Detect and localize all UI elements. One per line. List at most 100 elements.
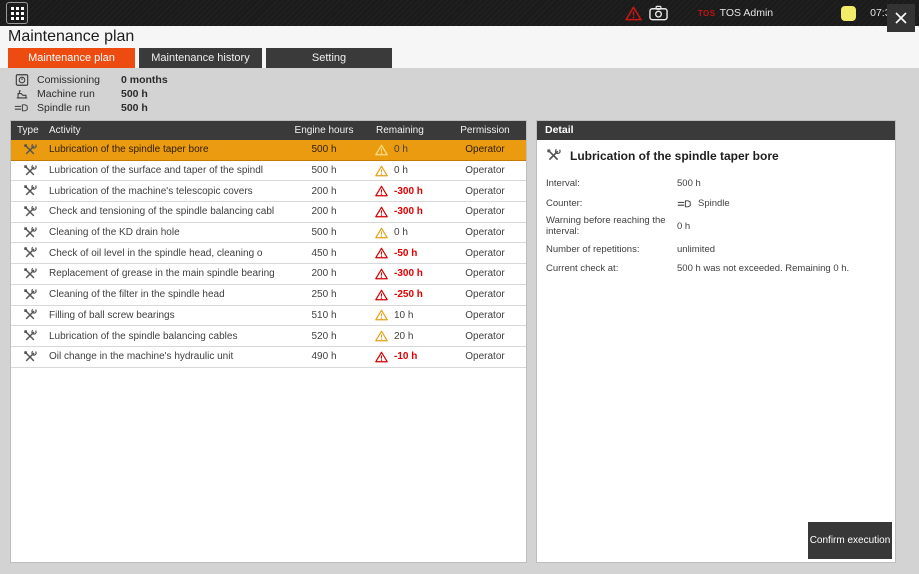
table-row[interactable]: Check of oil level in the spindle head, … (11, 243, 526, 264)
activity-cell: Check of oil level in the spindle head, … (49, 248, 289, 259)
counter-value: 0 months (121, 74, 168, 86)
maintenance-plan-screen: TOS TOS Admin 07:38:50 Maintenance plan … (0, 0, 919, 574)
activity-cell: Oil change in the machine's hydraulic un… (49, 351, 289, 362)
warning-icon (375, 165, 388, 177)
remaining-value: 0 h (394, 144, 408, 155)
permission-cell: Operator (444, 206, 526, 217)
field-interval: Interval: 500 h (546, 176, 886, 190)
remaining-cell: -10 h (359, 351, 444, 363)
tools-icon (23, 350, 37, 364)
system-topbar: TOS TOS Admin 07:38:50 (0, 0, 919, 26)
field-label: Counter: (546, 198, 677, 209)
close-icon (894, 11, 908, 25)
tools-icon (23, 329, 37, 343)
table-row[interactable]: Cleaning of the filter in the spindle he… (11, 285, 526, 306)
permission-cell: Operator (444, 289, 526, 300)
content-area: Comissioning 0 months Machine run 500 h (0, 68, 919, 574)
tools-icon (23, 143, 37, 157)
remaining-cell: 10 h (359, 309, 444, 321)
activity-cell: Cleaning of the KD drain hole (49, 227, 289, 238)
tab-maintenance-plan[interactable]: Maintenance plan (8, 48, 135, 68)
activity-cell: Filling of ball screw bearings (49, 310, 289, 321)
table-row[interactable]: Filling of ball screw bearings 510 h 10 … (11, 306, 526, 327)
close-button[interactable] (887, 4, 915, 32)
warning-icon (375, 330, 388, 342)
permission-cell: Operator (444, 268, 526, 279)
table-row[interactable]: Lubrication of the spindle taper bore 50… (11, 140, 526, 161)
remaining-value: -50 h (394, 248, 417, 259)
machine-counters: Comissioning 0 months Machine run 500 h (12, 73, 168, 115)
remaining-cell: -50 h (359, 247, 444, 259)
field-label: Number of repetitions: (546, 244, 677, 255)
apps-menu-button[interactable] (6, 2, 28, 24)
table-row[interactable]: Check and tensioning of the spindle bala… (11, 202, 526, 223)
remaining-value: -10 h (394, 351, 417, 362)
screenshot-camera-icon[interactable] (649, 5, 668, 21)
alarm-warning-icon[interactable] (625, 6, 642, 21)
counter-type-text: Spindle (698, 198, 730, 209)
activity-cell: Check and tensioning of the spindle bala… (49, 206, 289, 217)
table-row[interactable]: Lubrication of the spindle balancing cab… (11, 326, 526, 347)
warning-icon (375, 144, 388, 156)
tools-icon (23, 184, 37, 198)
engine-hours-cell: 500 h (289, 165, 359, 176)
column-remaining: Remaining (359, 125, 444, 136)
user-name[interactable]: TOS Admin (720, 7, 774, 19)
field-counter: Counter: Spindle (546, 195, 886, 212)
field-current-check: Current check at: 500 h was not exceeded… (546, 261, 886, 275)
type-cell (11, 350, 49, 364)
table-header: Type Activity Engine hours Remaining Per… (11, 121, 526, 140)
permission-cell: Operator (444, 310, 526, 321)
engine-hours-cell: 500 h (289, 144, 359, 155)
detail-panel: Detail Lubrication of the spindle taper … (536, 120, 896, 563)
warning-icon (375, 351, 388, 363)
type-cell (11, 246, 49, 260)
table-row[interactable]: Oil change in the machine's hydraulic un… (11, 347, 526, 368)
remaining-cell: -250 h (359, 289, 444, 301)
remaining-cell: -300 h (359, 185, 444, 197)
spindle-icon (677, 198, 693, 210)
table-row[interactable]: Lubrication of the surface and taper of … (11, 161, 526, 182)
permission-cell: Operator (444, 331, 526, 342)
status-indicator (841, 6, 856, 21)
tos-logo: TOS (698, 9, 716, 18)
permission-cell: Operator (444, 165, 526, 176)
tools-icon (23, 288, 37, 302)
counter-label: Comissioning (37, 74, 99, 86)
remaining-value: -300 h (394, 268, 423, 279)
warning-icon (375, 309, 388, 321)
warning-icon (375, 289, 388, 301)
field-value: Spindle (677, 198, 886, 210)
table-row[interactable]: Cleaning of the KD drain hole 500 h 0 h … (11, 223, 526, 244)
table-row[interactable]: Lubrication of the machine's telescopic … (11, 181, 526, 202)
engine-hours-cell: 490 h (289, 351, 359, 362)
confirm-execution-button[interactable]: Confirm execution (808, 522, 892, 559)
topbar-right-group: TOS TOS Admin 07:38:50 (625, 0, 919, 26)
field-label: Current check at: (546, 263, 677, 274)
field-value: 500 h was not exceeded. Remaining 0 h. (677, 263, 886, 274)
engine-hours-cell: 510 h (289, 310, 359, 321)
remaining-value: 10 h (394, 310, 413, 321)
field-label: Interval: (546, 178, 677, 189)
activity-cell: Lubrication of the surface and taper of … (49, 165, 289, 176)
tab-maintenance-history[interactable]: Maintenance history (139, 48, 262, 68)
activity-cell: Lubrication of the spindle balancing cab… (49, 331, 289, 342)
apps-grid-icon (11, 7, 24, 20)
counter-machine-run: Machine run 500 h (12, 87, 168, 101)
table-row[interactable]: Replacement of grease in the main spindl… (11, 264, 526, 285)
tools-icon (23, 246, 37, 260)
machine-run-icon (12, 87, 32, 101)
engine-hours-cell: 250 h (289, 289, 359, 300)
column-activity: Activity (49, 125, 289, 136)
engine-hours-cell: 450 h (289, 248, 359, 259)
activity-cell: Lubrication of the machine's telescopic … (49, 186, 289, 197)
type-cell (11, 308, 49, 322)
engine-hours-cell: 500 h (289, 227, 359, 238)
detail-title-row: Lubrication of the spindle taper bore (546, 148, 895, 163)
tab-setting[interactable]: Setting (266, 48, 392, 68)
table-body: Lubrication of the spindle taper bore 50… (11, 140, 526, 368)
detail-header: Detail (537, 121, 895, 140)
permission-cell: Operator (444, 144, 526, 155)
type-cell (11, 267, 49, 281)
field-label: Warning before reaching the interval: (546, 215, 677, 237)
